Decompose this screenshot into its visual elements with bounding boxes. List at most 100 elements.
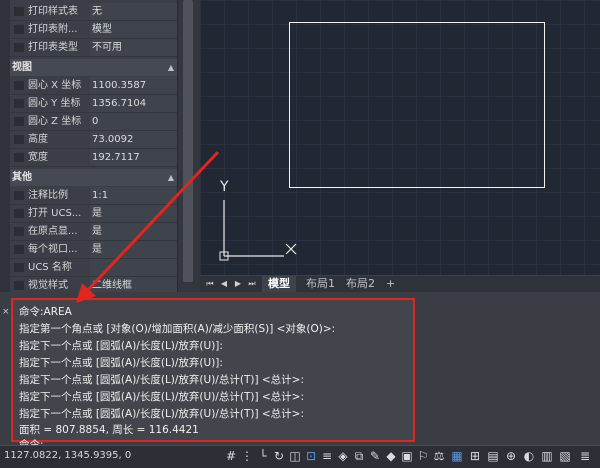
quick-properties-icon[interactable]: ▤: [486, 449, 500, 463]
hardware-acceleration-icon[interactable]: ▥: [540, 449, 554, 463]
property-row-plot-table-type[interactable]: 打印表类型 不可用: [10, 39, 178, 57]
transparency-icon[interactable]: ◈: [336, 449, 350, 463]
property-label: 圆心 X 坐标: [28, 80, 82, 91]
last-tab-icon[interactable]: ⏭: [246, 278, 258, 290]
command-line: 指定下一个点或 [圆弧(A)/长度(L)/放弃(U)/总计(T)] <总计>:: [19, 391, 305, 403]
property-value[interactable]: 192.7117: [90, 149, 178, 166]
property-icon: [14, 43, 24, 52]
property-row-center-x[interactable]: 圆心 X 坐标 1100.3587: [10, 77, 178, 95]
cursor-coordinates: 1127.0822, 1345.9395, 0: [4, 450, 132, 461]
property-row-annotation-scale[interactable]: 注释比例 1:1: [10, 187, 178, 205]
command-line: 指定第一个角点或 [对象(O)/增加面积(A)/减少面积(S)] <对象(O)>…: [19, 323, 336, 335]
property-icon: [14, 281, 24, 290]
command-history-highlight: 命令:AREA 指定第一个角点或 [对象(O)/增加面积(A)/减少面积(S)]…: [11, 298, 415, 451]
selection-cycling-icon[interactable]: ⧉: [352, 449, 366, 463]
customization-menu-icon[interactable]: ≣: [578, 449, 592, 463]
property-row-visual-style[interactable]: 视觉样式 二维线框: [10, 277, 178, 292]
property-value[interactable]: 0: [90, 113, 178, 130]
section-title: 视图: [12, 62, 32, 73]
isodraft-icon[interactable]: ◫: [288, 449, 302, 463]
property-value[interactable]: 是: [90, 223, 178, 240]
snap-icon[interactable]: ⋮: [240, 449, 254, 463]
close-icon[interactable]: ×: [2, 307, 10, 317]
property-value[interactable]: 73.0092: [90, 131, 178, 148]
command-line: 指定下一个点或 [圆弧(A)/长度(L)/放弃(U)/总计(T)] <总计>:: [19, 408, 305, 420]
property-row-plot-style-table[interactable]: 打印样式表 无: [10, 3, 178, 21]
property-value[interactable]: 是: [90, 241, 178, 258]
object-snap-icon[interactable]: ⊡: [304, 449, 318, 463]
isolate-objects-icon[interactable]: ◐: [522, 449, 536, 463]
property-value[interactable]: 1:1: [90, 187, 178, 204]
panel-scrollbar[interactable]: [177, 0, 200, 292]
prev-tab-icon[interactable]: ◀: [218, 278, 230, 290]
next-tab-icon[interactable]: ▶: [232, 278, 244, 290]
drawn-rectangle[interactable]: [289, 22, 545, 188]
property-value[interactable]: [90, 259, 178, 276]
tab-layout1[interactable]: 布局1: [300, 276, 341, 292]
property-row-ucs-name[interactable]: UCS 名称: [10, 259, 178, 277]
property-label: 圆心 Y 坐标: [28, 98, 81, 109]
command-line: 指定下一个点或 [圆弧(A)/长度(L)/放弃(U)]:: [19, 340, 223, 352]
property-value[interactable]: 二维线框: [90, 277, 178, 292]
panel-side-strip: [0, 0, 10, 292]
property-label: 打开 UCS...: [28, 208, 82, 219]
annotation-scale-icon[interactable]: ⚖: [432, 449, 446, 463]
status-bar: 1127.0822, 1345.9395, 0 # ⋮ └ ↻ ◫ ⊡ ≡ ◈ …: [0, 445, 600, 468]
section-header-view[interactable]: 视图 ▲: [10, 59, 178, 76]
add-layout-tab[interactable]: +: [380, 276, 401, 292]
collapse-triangle-icon[interactable]: ▲: [168, 59, 174, 76]
property-icon: [14, 153, 24, 162]
selection-filter-icon[interactable]: ▣: [400, 449, 414, 463]
property-value[interactable]: 不可用: [90, 39, 178, 56]
property-label: 打印样式表: [28, 6, 78, 17]
property-value[interactable]: 模型: [90, 21, 178, 38]
property-label: 圆心 Z 坐标: [28, 116, 82, 127]
command-line: 指定下一个点或 [圆弧(A)/长度(L)/放弃(U)]:: [19, 357, 223, 369]
property-value[interactable]: 无: [90, 3, 178, 20]
lineweight-icon[interactable]: ≡: [320, 449, 334, 463]
property-row-ucs-per-viewport[interactable]: 每个视口... 是: [10, 241, 178, 259]
tab-layout2[interactable]: 布局2: [340, 276, 381, 292]
layers-icon[interactable]: ◆: [384, 449, 398, 463]
section-header-other[interactable]: 其他 ▲: [10, 169, 178, 186]
command-window: × 命令:AREA 指定第一个角点或 [对象(O)/增加面积(A)/减少面积(S…: [0, 292, 600, 451]
units-icon[interactable]: ⊞: [468, 449, 482, 463]
property-icon: [14, 191, 24, 200]
annotation-icon[interactable]: ✎: [368, 449, 382, 463]
property-icon: [14, 263, 24, 272]
property-row-ucs-icon-on[interactable]: 打开 UCS... 是: [10, 205, 178, 223]
first-tab-icon[interactable]: ⏮: [204, 278, 216, 290]
property-row-center-y[interactable]: 圆心 Y 坐标 1356.7104: [10, 95, 178, 113]
property-row-ucs-at-origin[interactable]: 在原点显... 是: [10, 223, 178, 241]
property-icon: [14, 245, 24, 254]
property-row-height[interactable]: 高度 73.0092: [10, 131, 178, 149]
polar-icon[interactable]: ↻: [272, 449, 286, 463]
property-icon: [14, 135, 24, 144]
property-label: UCS 名称: [28, 262, 72, 273]
ortho-icon[interactable]: └: [256, 449, 270, 463]
ucs-y-axis-label: Y: [220, 179, 229, 195]
property-icon: [14, 25, 24, 34]
property-row-plot-table-attached[interactable]: 打印表附... 模型: [10, 21, 178, 39]
clean-screen-icon[interactable]: ▧: [558, 449, 572, 463]
scrollbar-thumb[interactable]: [183, 0, 193, 282]
collapse-triangle-icon[interactable]: ▲: [168, 169, 174, 186]
property-icon: [14, 209, 24, 218]
property-value[interactable]: 1356.7104: [90, 95, 178, 112]
property-row-center-z[interactable]: 圆心 Z 坐标 0: [10, 113, 178, 131]
drawing-viewport[interactable]: Y: [200, 0, 600, 275]
property-icon: [14, 227, 24, 236]
property-label: 高度: [28, 134, 48, 145]
property-value[interactable]: 1100.3587: [90, 77, 178, 94]
grid-icon[interactable]: #: [224, 449, 238, 463]
property-label: 每个视口...: [28, 244, 78, 255]
gizmo-icon[interactable]: ⚐: [416, 449, 430, 463]
property-label: 在原点显...: [28, 226, 78, 237]
lock-ui-icon[interactable]: ⊕: [504, 449, 518, 463]
property-label: 打印表类型: [28, 42, 78, 53]
property-value[interactable]: 是: [90, 205, 178, 222]
workspace-icon[interactable]: ▦: [450, 449, 464, 463]
property-row-width[interactable]: 宽度 192.7117: [10, 149, 178, 167]
property-label: 打印表附...: [28, 24, 78, 35]
properties-panel: 打印样式表 无 打印表附... 模型 打印表类型 不可用 视图 ▲ 圆心 X 坐…: [0, 0, 200, 292]
